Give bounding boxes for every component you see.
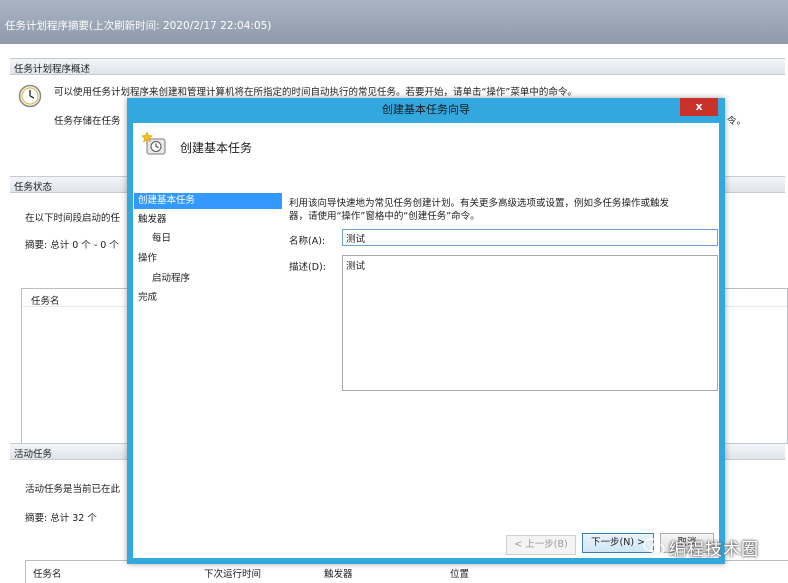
column-task-name[interactable]: 任务名	[33, 566, 62, 580]
step-daily[interactable]: 每日	[134, 231, 282, 247]
clock-icon	[18, 84, 42, 108]
step-trigger[interactable]: 触发器	[134, 212, 282, 228]
active-desc-text: 活动任务是当前已在此	[25, 484, 121, 495]
step-action[interactable]: 操作	[134, 251, 282, 267]
close-button[interactable]: x	[680, 98, 718, 116]
summary-title-bar: 任务计划程序摘要(上次刷新时间: 2020/2/17 22:04:05)	[0, 0, 788, 44]
watermark: 编程技术圈	[643, 533, 783, 561]
name-input[interactable]	[342, 229, 718, 246]
wechat-icon	[643, 538, 665, 555]
step-create-basic-task[interactable]: 创建基本任务	[134, 193, 282, 209]
dialog-title[interactable]: 创建基本任务向导	[127, 98, 725, 122]
overview-text-line1: 可以使用任务计划程序来创建和管理计算机将在所指定的时间自动执行的常见任务。若要开…	[54, 87, 577, 98]
overview-text-line2: 任务存储在任务	[54, 116, 121, 127]
back-button[interactable]: < 上一步(B)	[506, 535, 576, 555]
description-label: 描述(D):	[289, 262, 326, 273]
description-textarea[interactable]: 测试	[342, 255, 718, 391]
status-range-text: 在以下时间段启动的任	[25, 213, 121, 224]
name-label: 名称(A):	[289, 236, 326, 247]
create-basic-task-wizard: 创建基本任务向导 x 创建基本任务 创建基本任务 触发器 每日 操作 启动程序 …	[127, 98, 725, 564]
step-finish[interactable]: 完成	[134, 290, 282, 306]
dialog-body: 创建基本任务 创建基本任务 触发器 每日 操作 启动程序 完成 利用该向导快速地…	[133, 123, 719, 558]
column-next-run-time[interactable]: 下次运行时间	[204, 566, 261, 580]
status-header-label: 任务状态	[14, 182, 53, 193]
task-clock-icon	[142, 131, 166, 155]
column-location[interactable]: 位置	[450, 566, 469, 580]
step-start-program[interactable]: 启动程序	[134, 271, 282, 287]
wizard-description-line2: 器，请使用“操作”窗格中的“创建任务”命令。	[289, 211, 480, 222]
status-summary: 摘要: 总计 0 个 - 0 个	[25, 240, 119, 251]
overview-text-line2-end: 令。	[727, 116, 747, 127]
watermark-text: 编程技术圈	[669, 540, 759, 560]
wizard-header-title: 创建基本任务	[180, 141, 253, 155]
active-header-label: 活动任务	[14, 449, 53, 460]
overview-header-label: 任务计划程序概述	[14, 64, 91, 75]
wizard-description-line1: 利用该向导快速地为常见任务创建计划。有关更多高级选项或设置，例如多任务操作或触发	[289, 198, 670, 209]
wizard-description: 利用该向导快速地为常见任务创建计划。有关更多高级选项或设置，例如多任务操作或触发…	[289, 197, 717, 223]
overview-section-header[interactable]: 任务计划程序概述	[10, 58, 785, 75]
column-trigger[interactable]: 触发器	[324, 566, 353, 580]
summary-title: 任务计划程序摘要(上次刷新时间: 2020/2/17 22:04:05)	[5, 20, 272, 32]
column-task-name[interactable]: 任务名	[31, 293, 60, 307]
active-summary: 摘要: 总计 32 个	[25, 513, 97, 524]
